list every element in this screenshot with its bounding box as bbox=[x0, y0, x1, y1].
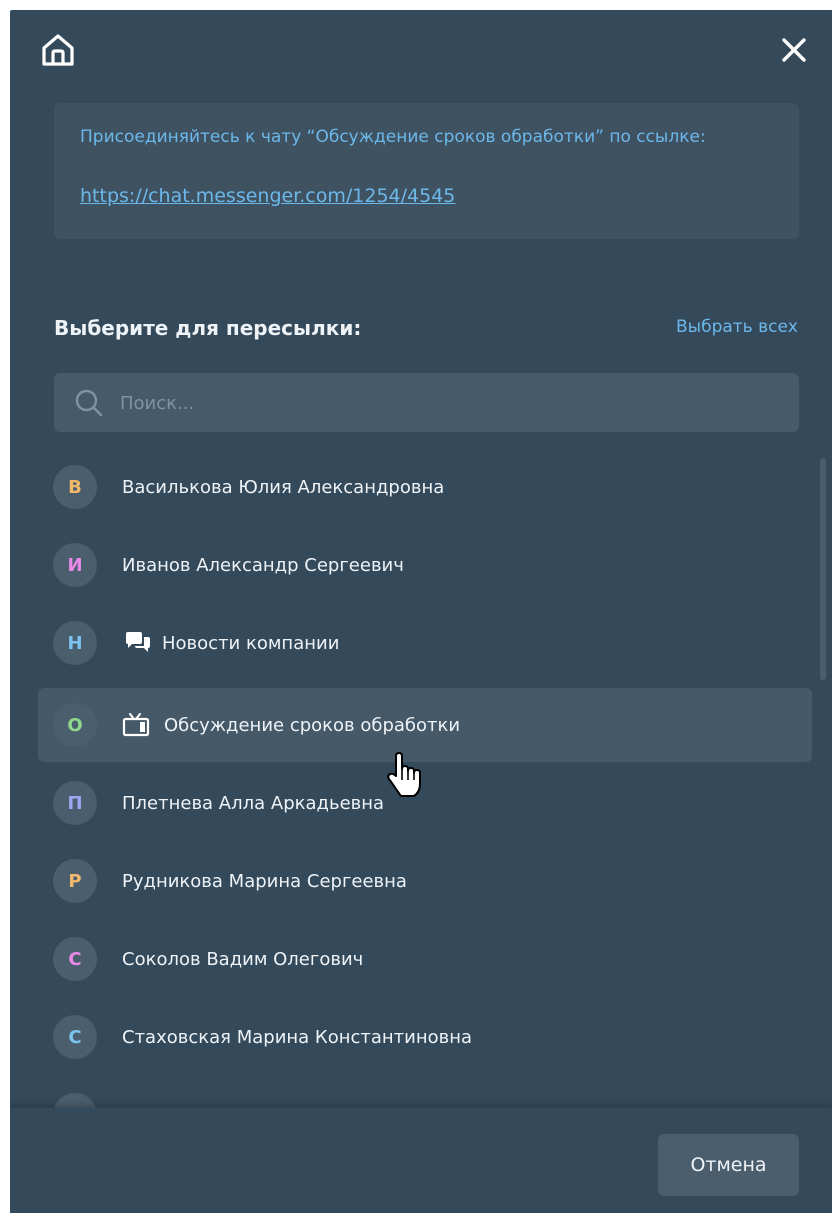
hand-cursor-icon bbox=[387, 752, 421, 797]
invite-text: Присоединяйтесь к чату “Обсуждение сроко… bbox=[80, 127, 706, 147]
list-item[interactable]: С Соколов Вадим Олегович bbox=[38, 922, 812, 996]
avatar: У bbox=[53, 1093, 97, 1108]
list-item[interactable]: И Иванов Александр Сергеевич bbox=[38, 528, 812, 602]
contact-name: Обсуждение сроков обработки bbox=[164, 714, 461, 736]
contact-name: Рудникова Марина Сергеевна bbox=[122, 870, 407, 892]
avatar: С bbox=[53, 1015, 97, 1059]
cancel-button[interactable]: Отмена bbox=[658, 1134, 799, 1196]
list-item[interactable]: Р Рудникова Марина Сергеевна bbox=[38, 844, 812, 918]
list-item[interactable]: П Плетнева Алла Аркадьевна bbox=[38, 766, 812, 840]
list-scrollbar[interactable] bbox=[820, 458, 826, 680]
search-box bbox=[54, 373, 799, 434]
search-input[interactable] bbox=[118, 373, 782, 434]
contact-name: Соколов Вадим Олегович bbox=[122, 948, 364, 970]
avatar: П bbox=[53, 781, 97, 825]
chat-bubbles-icon bbox=[126, 632, 150, 652]
search-icon bbox=[75, 389, 103, 417]
contact-name: Стаховская Марина Константиновна bbox=[122, 1026, 473, 1048]
close-button[interactable] bbox=[776, 32, 812, 68]
list-item[interactable]: Н Новости компании bbox=[38, 606, 812, 680]
contact-name: Плетнева Алла Аркадьевна bbox=[122, 792, 385, 814]
contact-name: Иванов Александр Сергеевич bbox=[122, 554, 404, 576]
avatar: Н bbox=[53, 621, 97, 665]
avatar: О bbox=[53, 703, 97, 747]
contact-name: Новости компании bbox=[162, 632, 340, 654]
forward-title: Выберите для пересылки: bbox=[54, 316, 362, 340]
contact-name: Василькова Юлия Александровна bbox=[122, 476, 445, 498]
list-item[interactable]: С Стаховская Марина Константиновна bbox=[38, 1000, 812, 1074]
list-item[interactable]: У Уваров Владимир Сергеевич bbox=[38, 1078, 812, 1108]
contact-name: Уваров Владимир Сергеевич bbox=[122, 1078, 394, 1109]
avatar: Р bbox=[53, 859, 97, 903]
avatar: И bbox=[53, 543, 97, 587]
avatar: С bbox=[53, 937, 97, 981]
avatar: В bbox=[53, 465, 97, 509]
list-item[interactable]: В Василькова Юлия Александровна bbox=[38, 450, 812, 524]
forward-dialog: Присоединяйтесь к чату “Обсуждение сроко… bbox=[10, 10, 832, 1213]
close-icon bbox=[782, 38, 806, 62]
select-all-link[interactable]: Выбрать всех bbox=[676, 317, 798, 337]
tv-icon bbox=[122, 713, 150, 737]
list-item[interactable]: О Обсуждение сроков обработки bbox=[38, 688, 812, 762]
invite-card: Присоединяйтесь к чату “Обсуждение сроко… bbox=[54, 103, 799, 239]
home-button[interactable] bbox=[38, 30, 78, 70]
invite-link[interactable]: https://chat.messenger.com/1254/4545 bbox=[80, 185, 455, 207]
home-icon bbox=[42, 34, 74, 66]
dialog-footer: Отмена bbox=[10, 1108, 832, 1213]
